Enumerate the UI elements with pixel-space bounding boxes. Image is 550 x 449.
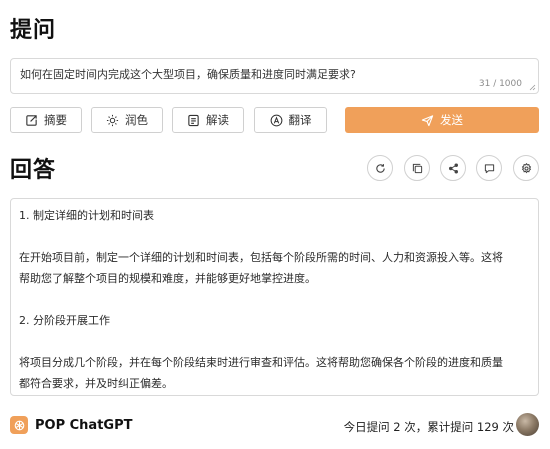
comment-icon xyxy=(484,163,494,173)
answer-output[interactable]: 1. 制定详细的计划和时间表 在开始项目前，制定一个详细的计划和时间表，包括每个… xyxy=(10,198,539,396)
brand-logo-icon xyxy=(10,416,28,434)
brand: POP ChatGPT xyxy=(10,416,132,434)
read-label: 解读 xyxy=(206,113,229,127)
answer-line: 在开始项目前，制定一个详细的计划和时间表，包括每个阶段所需的时间、人力和资源投入… xyxy=(19,251,503,264)
send-button[interactable]: 发送 xyxy=(345,107,539,133)
summary-button[interactable]: 摘要 xyxy=(10,107,82,133)
polish-label: 润色 xyxy=(125,113,148,127)
usage-stats: 今日提问 2 次，累计提问 129 次 xyxy=(343,420,514,434)
avatar[interactable] xyxy=(516,413,539,436)
document-icon xyxy=(188,114,199,126)
polish-button[interactable]: 润色 xyxy=(91,107,163,133)
send-label: 发送 xyxy=(440,113,463,127)
question-text[interactable]: 如何在固定时间内完成这个大型项目，确保质量和进度同时满足要求? xyxy=(20,66,356,82)
share-icon xyxy=(448,163,458,173)
copy-icon xyxy=(412,163,422,173)
brand-name: POP ChatGPT xyxy=(35,417,133,433)
answer-section-title: 回答 xyxy=(10,158,57,183)
refresh-icon xyxy=(375,163,385,173)
character-counter: 31 / 1000 xyxy=(478,79,522,89)
regenerate-button[interactable] xyxy=(367,155,393,181)
summary-icon xyxy=(26,114,37,126)
ask-section-title: 提问 xyxy=(10,18,57,43)
read-button[interactable]: 解读 xyxy=(172,107,244,133)
resize-grip-icon[interactable] xyxy=(529,84,536,91)
sun-icon xyxy=(106,114,119,126)
answer-line: 帮助您了解整个项目的规模和难度，并能够更好地掌控进度。 xyxy=(19,272,316,285)
translate-icon xyxy=(270,114,282,126)
translate-label: 翻译 xyxy=(288,113,312,127)
settings-button[interactable] xyxy=(513,155,539,181)
share-button[interactable] xyxy=(440,155,466,181)
answer-line: 1. 制定详细的计划和时间表 xyxy=(19,209,154,222)
question-input[interactable]: 如何在固定时间内完成这个大型项目，确保质量和进度同时满足要求? 31 / 100… xyxy=(10,58,539,94)
answer-line: 都符合要求，并及时纠正偏差。 xyxy=(19,377,173,390)
copy-button[interactable] xyxy=(404,155,430,181)
send-icon xyxy=(421,114,434,126)
answer-line: 将项目分成几个阶段，并在每个阶段结束时进行审查和评估。这将帮助您确保各个阶段的进… xyxy=(19,356,503,369)
summary-label: 摘要 xyxy=(44,113,67,127)
translate-button[interactable]: 翻译 xyxy=(254,107,327,133)
gear-icon xyxy=(521,162,531,173)
answer-line: 2. 分阶段开展工作 xyxy=(19,314,110,327)
feedback-button[interactable] xyxy=(476,155,502,181)
